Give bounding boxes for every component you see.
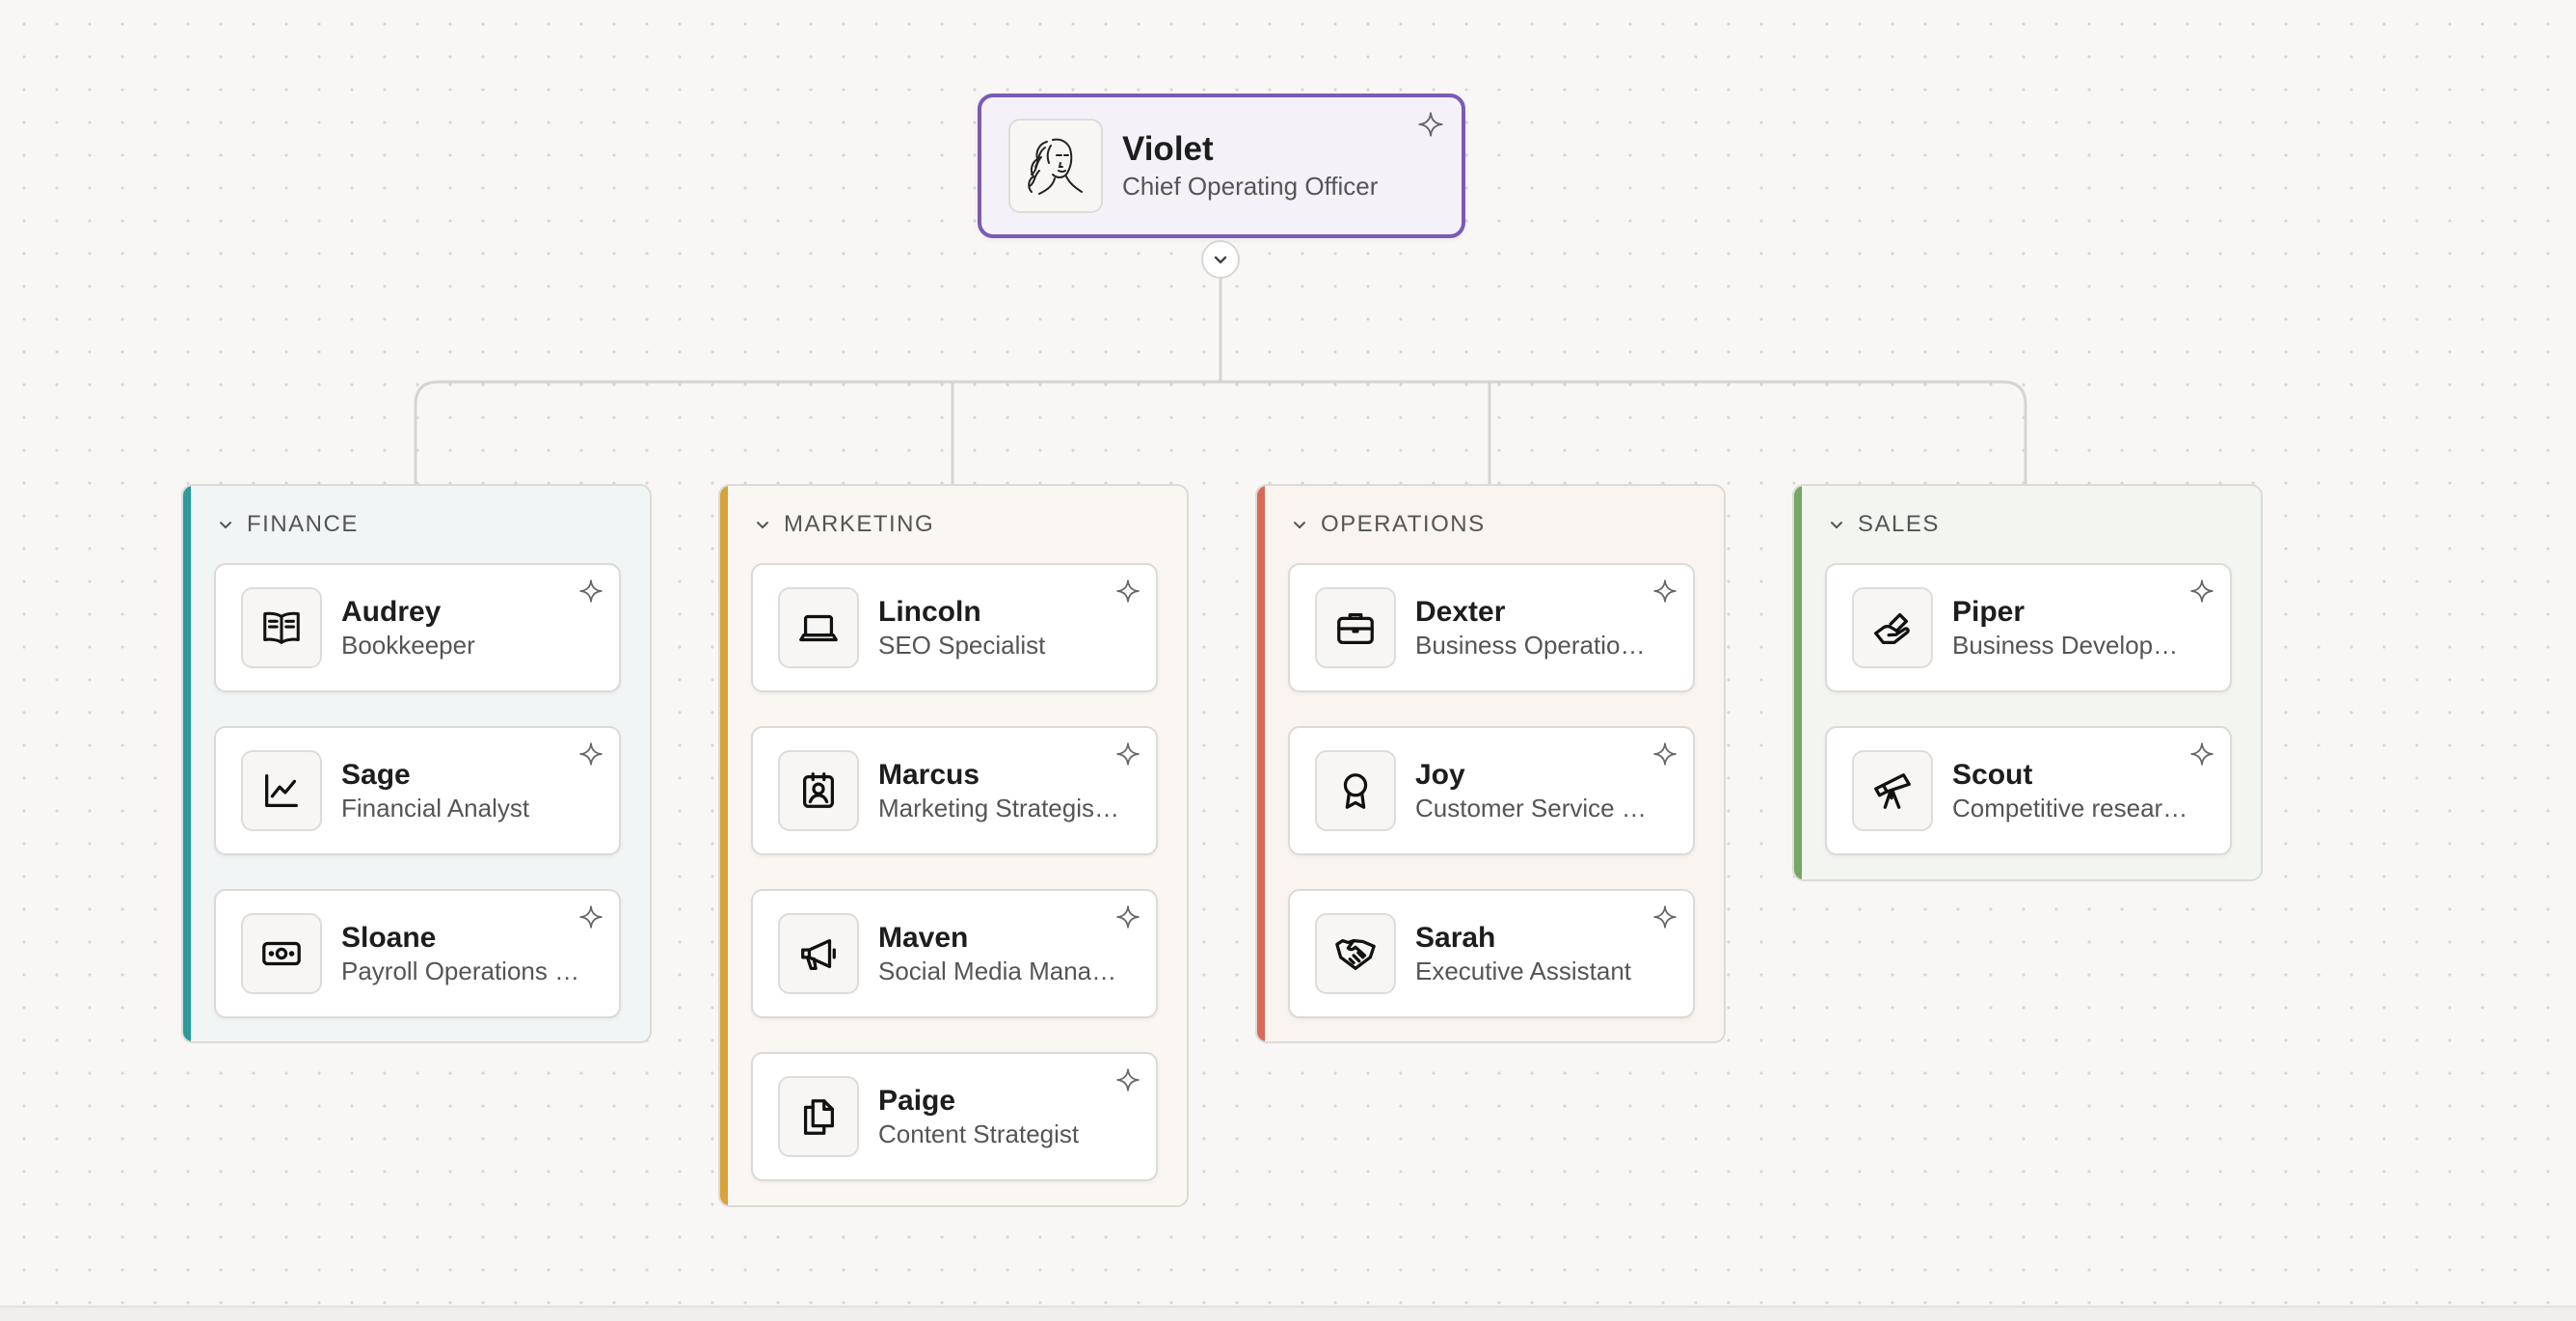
member-card-dexter[interactable]: Dexter Business Operations... [1288,563,1695,692]
department-header-sales[interactable]: SALES [1794,486,2261,563]
member-name: Paige [878,1085,956,1117]
member-card-piper[interactable]: Piper Business Developm... [1825,563,2232,692]
chevron-down-icon [1294,522,1305,528]
chevron-down-icon [220,522,231,528]
member-role: Content Strategist [878,1119,1080,1148]
member-name: Marcus [878,759,980,791]
department-header-finance[interactable]: FINANCE [183,486,650,563]
member-card-sarah[interactable]: Sarah Executive Assistant [1288,889,1695,1018]
member-name: Maven [878,922,969,954]
root-role: Chief Operating Officer [1122,172,1379,201]
copy-documents-icon [803,1099,835,1135]
member-name: Audrey [341,596,442,628]
department-operations: OPERATIONS Dexter Business Operations... [1255,484,1726,1043]
org-chart-canvas[interactable]: Violet Chief Operating Officer FINANCE A [0,0,2576,1321]
member-card-lincoln[interactable]: Lincoln SEO Specialist [751,563,1158,692]
member-name: Sage [341,759,411,791]
department-marketing: MARKETING Lincoln SEO Specialist Marcus … [718,484,1189,1207]
department-title: OPERATIONS [1321,511,1486,537]
collapse-toggle-button[interactable] [1201,240,1240,279]
member-card-audrey[interactable]: Audrey Bookkeeper [214,563,621,692]
member-role: Competitive researc... [1952,794,2193,822]
member-card-paige[interactable]: Paige Content Strategist [751,1052,1158,1181]
member-name: Scout [1952,759,2033,791]
member-role: Business Developm... [1952,631,2193,660]
member-role: Financial Analyst [341,794,530,822]
member-card-sage[interactable]: Sage Financial Analyst [214,726,621,855]
member-name: Joy [1415,759,1465,791]
member-role: Business Operations... [1415,631,1656,660]
sparkle-icon[interactable] [1652,579,1677,604]
sparkle-icon[interactable] [1115,579,1140,604]
department-title: FINANCE [247,511,359,537]
department-header-marketing[interactable]: MARKETING [720,486,1187,563]
chevron-down-icon [1831,522,1842,528]
telescope-icon [1874,773,1911,809]
sparkle-icon[interactable] [578,904,604,930]
sparkle-icon[interactable] [1652,741,1677,767]
sparkle-icon[interactable] [2189,579,2214,604]
member-card-joy[interactable]: Joy Customer Service M... [1288,726,1695,855]
chevron-down-icon [1214,256,1227,264]
root-name: Violet [1122,130,1214,168]
member-role: Payroll Operations M... [341,957,582,985]
sparkle-icon[interactable] [578,579,604,604]
hand-coins-icon [1874,612,1910,644]
member-card-maven[interactable]: Maven Social Media Manager [751,889,1158,1018]
root-node-card[interactable]: Violet Chief Operating Officer [978,94,1465,238]
banknote-icon [262,941,301,966]
member-card-sloane[interactable]: Sloane Payroll Operations M... [214,889,621,1018]
open-book-icon [263,611,300,644]
sparkle-icon[interactable] [1652,904,1677,930]
laptop-icon [799,614,838,642]
megaphone-icon [801,938,836,970]
member-role: Marketing Strategist ... [878,794,1119,822]
member-role: SEO Specialist [878,631,1046,660]
avatar [1008,119,1103,213]
member-role: Executive Assistant [1415,957,1631,985]
sparkle-icon[interactable] [2189,741,2214,767]
member-card-marcus[interactable]: Marcus Marketing Strategist ... [751,726,1158,855]
member-name: Sarah [1415,922,1496,954]
sparkle-icon[interactable] [1417,111,1444,138]
woman-portrait-icon [1028,138,1083,195]
award-ribbon-icon [1343,773,1368,809]
member-role: Bookkeeper [341,631,475,660]
bottom-scrollbar[interactable] [0,1306,2576,1321]
department-title: MARKETING [784,511,935,537]
briefcase-icon [1337,612,1374,644]
member-role: Customer Service M... [1415,794,1656,822]
department-title: SALES [1858,511,1940,537]
contact-badge-icon [802,772,835,808]
member-name: Dexter [1415,596,1506,628]
member-name: Piper [1952,596,2026,628]
member-card-scout[interactable]: Scout Competitive researc... [1825,726,2232,855]
handshake-icon [1335,938,1376,970]
line-chart-icon [265,774,298,807]
sparkle-icon[interactable] [1115,1067,1140,1092]
sparkle-icon[interactable] [1115,741,1140,767]
chevron-down-icon [757,522,768,528]
department-header-operations[interactable]: OPERATIONS [1257,486,1724,563]
member-role: Social Media Manager [878,957,1119,985]
department-finance: FINANCE Audrey Bookkeeper Sage Financial… [181,484,652,1043]
member-name: Sloane [341,922,437,954]
sparkle-icon[interactable] [1115,904,1140,930]
member-name: Lincoln [878,596,981,628]
department-sales: SALES Piper Business Developm... Scout C… [1792,484,2263,881]
sparkle-icon[interactable] [578,741,604,767]
